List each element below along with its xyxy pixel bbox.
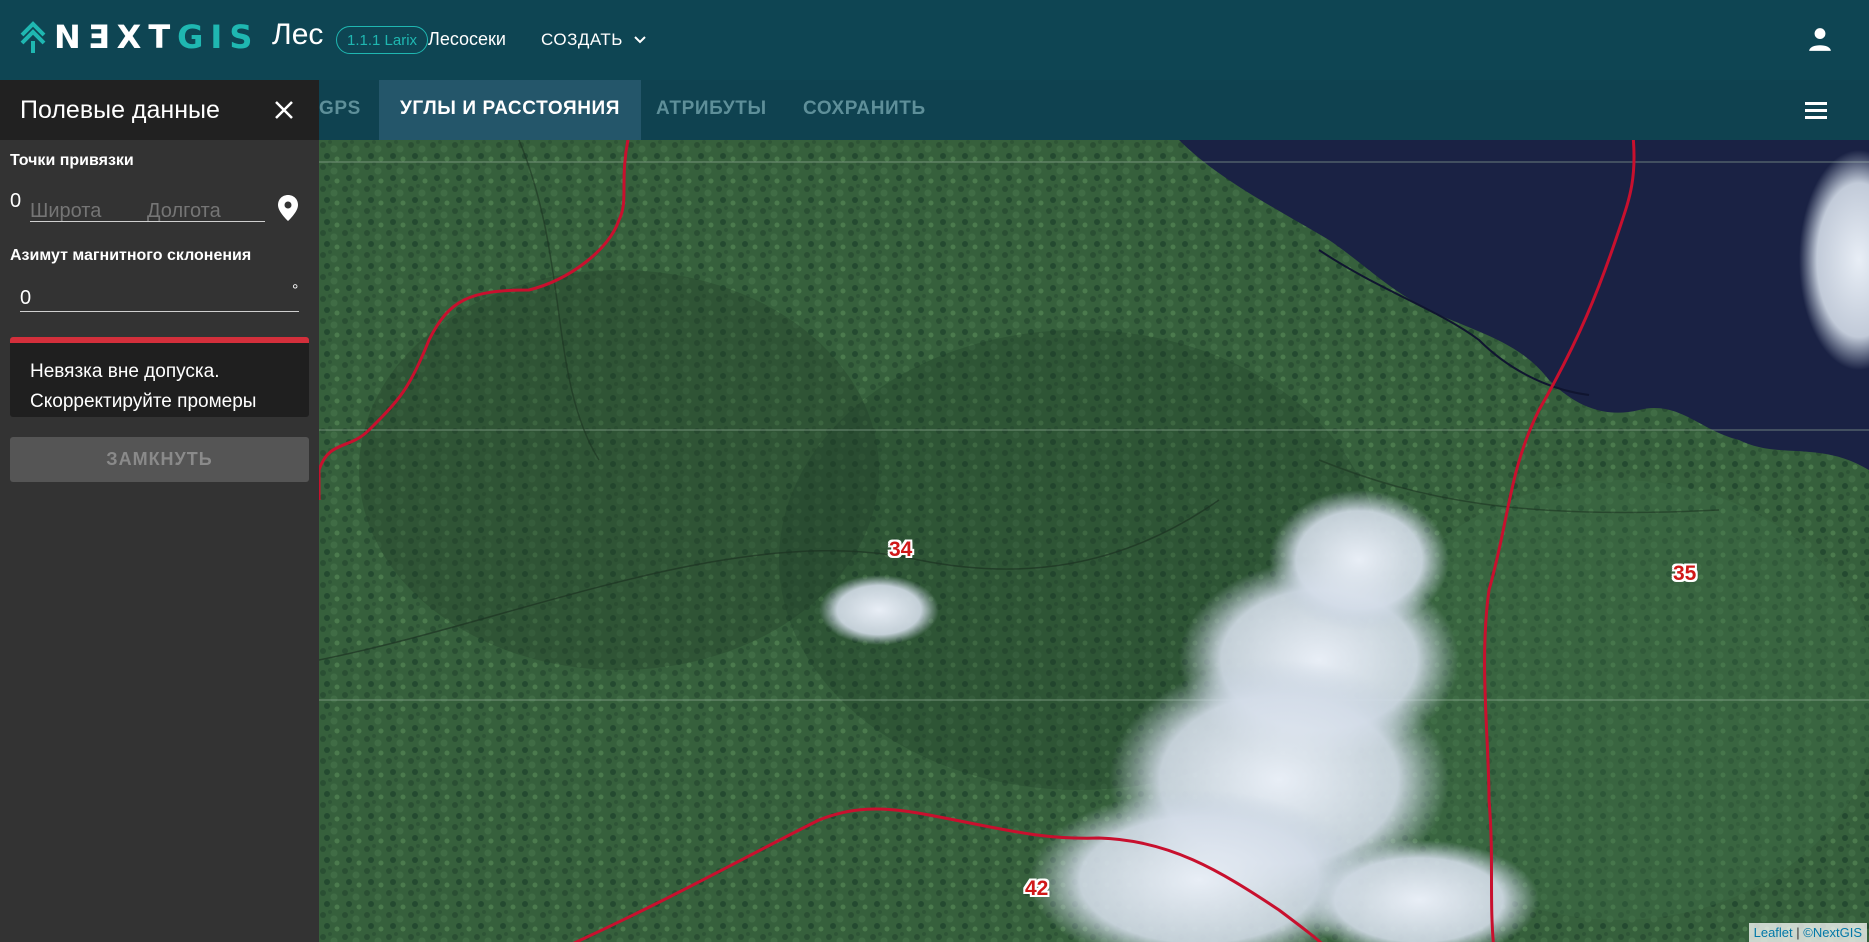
coord-underline (30, 221, 265, 222)
logo-letter-n: N (54, 18, 88, 56)
azimuth-label: Азимут магнитного склонения (10, 247, 252, 264)
alert-text: Невязка вне допуска. Скорректируйте пром… (30, 361, 257, 412)
azimuth-input[interactable] (20, 283, 280, 313)
anchor-points-label: Точки привязки (10, 152, 134, 169)
close-icon[interactable] (273, 99, 295, 121)
hamburger-menu-icon[interactable] (1803, 100, 1829, 122)
panel-header: Полевые данные (0, 80, 319, 140)
tab-angles-distances[interactable]: УГЛЫ И РАССТОЯНИЯ (379, 80, 642, 140)
section-name[interactable]: Лесосеки (428, 29, 506, 50)
tab-gps[interactable]: GPS (319, 80, 360, 140)
logo-text: NƎXTGIS (54, 18, 259, 56)
logo-gis: GIS (177, 18, 260, 56)
tab-save[interactable]: СОХРАНИТЬ (803, 80, 926, 140)
app-name: Лес (272, 18, 324, 51)
attribution-separator: | (1796, 925, 1800, 940)
azimuth-underline (20, 311, 299, 312)
leaflet-link[interactable]: Leaflet (1754, 925, 1793, 940)
quarter-label-35: 35 (1673, 562, 1697, 585)
tab-attributes[interactable]: АТРИБУТЫ (656, 80, 767, 140)
app-header: NƎXTGIS Лес 1.1.1 Larix Лесосеки СОЗДАТЬ (0, 0, 1869, 80)
logo-letter-t: T (148, 18, 178, 56)
quarter-label-34: 34 (889, 538, 913, 561)
map-view[interactable]: 34 35 42 Leaflet | ©NextGIS (319, 140, 1869, 942)
panel-title: Полевые данные (20, 96, 220, 124)
field-data-panel: Полевые данные Точки привязки 0 Азимут м… (0, 80, 319, 942)
chevron-down-icon (634, 36, 646, 44)
logo-letter-e: Ǝ (87, 18, 117, 56)
nextgis-link[interactable]: ©NextGIS (1803, 925, 1862, 940)
create-menu-label: СОЗДАТЬ (541, 30, 623, 49)
quarter-label-42: 42 (1025, 877, 1049, 900)
create-menu-button[interactable]: СОЗДАТЬ (541, 30, 647, 50)
closure-error-alert: Невязка вне допуска. Скорректируйте пром… (10, 337, 309, 417)
logo-letter-x: X (116, 18, 149, 56)
close-polygon-button[interactable]: ЗАМКНУТЬ (10, 437, 309, 482)
location-pin-icon[interactable] (276, 194, 300, 222)
nextgis-logo-icon (20, 21, 46, 53)
tab-bar: GPS УГЛЫ И РАССТОЯНИЯ АТРИБУТЫ СОХРАНИТЬ (319, 80, 1869, 140)
degree-symbol: ° (292, 282, 299, 299)
nextgis-logo[interactable]: NƎXTGIS (20, 18, 259, 56)
user-icon[interactable] (1807, 26, 1833, 52)
map-attribution: Leaflet | ©NextGIS (1748, 923, 1867, 942)
satellite-imagery (319, 140, 1869, 942)
point-index: 0 (10, 190, 22, 212)
version-chip: 1.1.1 Larix (336, 26, 429, 54)
